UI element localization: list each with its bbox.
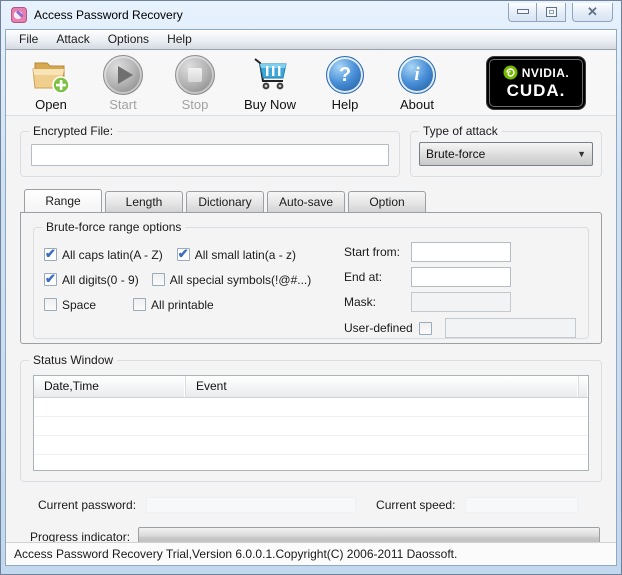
title-bar[interactable]: Access Password Recovery ✕ [1,1,621,29]
buy-now-label: Buy Now [243,97,297,112]
checkbox-all-printable[interactable]: All printable [133,298,214,312]
checkbox-all-caps-latin[interactable]: All caps latin(A - Z) [44,246,163,262]
range-tab-page: Brute-force range options All caps latin… [20,212,602,344]
checkbox-icon [44,271,57,287]
encrypted-file-label: Encrypted File: [29,124,118,138]
menu-attack[interactable]: Attack [47,30,98,49]
checkbox-all-digits[interactable]: All digits(0 - 9) [44,271,139,287]
start-from-label: Start from: [344,245,401,259]
checkbox-icon [151,273,165,286]
stop-button[interactable]: Stop [166,54,224,112]
column-header-event[interactable]: Event [186,376,579,397]
checkbox-space[interactable]: Space [44,298,96,312]
mask-label: Mask: [344,295,377,309]
chevron-down-icon: ▼ [577,149,586,159]
about-button[interactable]: i About [388,54,446,112]
tab-dictionary[interactable]: Dictionary [186,191,264,212]
current-speed-value [465,497,579,513]
app-window: Access Password Recovery ✕ File Attack O… [0,0,622,575]
status-table: Date,Time Event [33,375,589,471]
help-button[interactable]: ? Help [316,54,374,112]
tab-length[interactable]: Length [105,191,183,212]
checkbox-all-small-latin[interactable]: All small latin(a - z) [176,246,296,262]
stop-label: Stop [181,97,209,112]
user-defined-checkbox[interactable] [418,321,432,335]
buy-now-button[interactable]: Buy Now [238,54,302,112]
status-bar: Access Password Recovery Trial,Version 6… [6,542,616,565]
status-bar-text: Access Password Recovery Trial,Version 6… [14,547,458,561]
attack-type-value: Brute-force [426,147,486,161]
menu-file[interactable]: File [10,30,47,49]
user-defined-label: User-defined [344,321,413,335]
help-label: Help [331,97,359,112]
minimize-icon [516,9,529,14]
user-defined-input [444,318,576,338]
stop-icon [166,54,224,96]
nvidia-logo-icon [503,65,518,80]
checkbox-icon [44,298,57,311]
client-area: File Attack Options Help Open Start Stop… [5,29,617,566]
main-content: Encrypted File: Type of attack Brute-for… [6,116,616,547]
encrypted-file-group: Encrypted File: [20,124,400,177]
column-header-spacer [579,376,588,397]
maximize-button[interactable] [537,2,566,22]
nvidia-cuda-badge[interactable]: NVIDIA. CUDA. [486,56,586,110]
status-window-label: Status Window [29,353,118,367]
tab-auto-save[interactable]: Auto-save [267,191,345,212]
end-at-input[interactable] [411,267,511,287]
app-icon [11,7,27,23]
tab-strip: Range Length Dictionary Auto-save Option [20,189,602,212]
close-button[interactable]: ✕ [572,2,613,22]
open-button[interactable]: Open [22,54,80,112]
shopping-cart-icon [238,54,302,96]
checkbox-icon [44,246,57,262]
open-label: Open [35,97,67,112]
menu-help[interactable]: Help [158,30,201,49]
mask-input [411,292,511,312]
about-icon: i [388,54,446,96]
range-options-label: Brute-force range options [42,220,186,234]
column-header-date-time[interactable]: Date,Time [34,376,186,397]
start-button[interactable]: Start [94,54,152,112]
maximize-icon [545,6,557,17]
range-options-group: Brute-force range options All caps latin… [33,220,589,339]
menu-bar: File Attack Options Help [6,30,616,50]
attack-type-label: Type of attack [419,124,502,138]
status-table-header: Date,Time Event [34,376,588,398]
start-icon [94,54,152,96]
checkbox-all-special-symbols[interactable]: All special symbols(!@#...) [151,273,311,287]
status-table-body[interactable] [34,398,588,470]
window-controls: ✕ [508,2,613,22]
start-from-input[interactable] [411,242,511,262]
checkbox-icon [176,246,190,262]
toolbar: Open Start Stop Buy Now ? Help i About N… [6,50,616,116]
range-fields: Start from: End at: Mask: User-defined [312,242,576,338]
encrypted-file-input[interactable] [31,144,389,166]
attack-type-group: Type of attack Brute-force ▼ [410,124,602,177]
close-icon: ✕ [587,4,598,19]
nvidia-brand-text: NVIDIA. [521,65,570,80]
attack-type-select[interactable]: Brute-force ▼ [419,142,593,166]
menu-options[interactable]: Options [99,30,158,49]
end-at-label: End at: [344,270,383,284]
cuda-product-text: CUDA. [506,81,566,100]
window-title: Access Password Recovery [34,8,183,22]
minimize-button[interactable] [508,2,537,22]
tab-option[interactable]: Option [348,191,426,212]
current-speed-label: Current speed: [376,498,456,512]
start-label: Start [109,97,137,112]
current-password-label: Current password: [38,498,137,512]
current-password-value [146,497,357,513]
about-label: About [400,97,434,112]
tab-range[interactable]: Range [24,189,102,212]
status-window-group: Status Window Date,Time Event [20,353,602,482]
checkbox-icon [133,298,147,311]
open-folder-icon [22,54,80,96]
current-status-row: Current password: Current speed: [20,496,602,514]
charset-checkboxes: All caps latin(A - Z) All small latin(a … [44,242,312,338]
help-icon: ? [316,54,374,96]
